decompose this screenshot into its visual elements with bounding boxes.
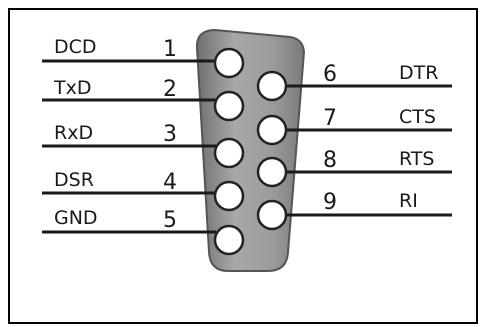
pin-2 xyxy=(213,90,245,122)
pin-1 xyxy=(213,47,245,79)
pin-number-left: 1 xyxy=(163,37,177,62)
signal-label-right: CTS xyxy=(399,106,436,128)
signal-label-left: GND xyxy=(54,207,98,229)
pin-number-left: 3 xyxy=(163,122,177,147)
pin-9 xyxy=(256,199,288,231)
pin-5 xyxy=(213,224,245,256)
signal-label-left: DCD xyxy=(54,36,97,58)
signal-label-left: TxD xyxy=(53,77,91,99)
pin-number-left: 4 xyxy=(163,170,177,195)
pin-number-right: 7 xyxy=(323,106,337,131)
pin-7 xyxy=(256,114,288,146)
pin-number-right: 6 xyxy=(323,62,337,87)
signal-label-left: RxD xyxy=(54,122,93,144)
pin-number-right: 9 xyxy=(323,190,337,215)
signal-label-right: DTR xyxy=(399,62,438,84)
pin-8 xyxy=(256,156,288,188)
signal-label-right: RI xyxy=(399,190,418,212)
connector-shell xyxy=(195,28,306,272)
signal-label-right: RTS xyxy=(399,148,435,170)
signal-label-left: DSR xyxy=(54,169,94,191)
pin-6 xyxy=(256,70,288,102)
db9-pinout-diagram: DCD TxD RxD DSR GND 1 2 3 4 5 6 7 8 9 DT… xyxy=(42,28,452,272)
pin-3 xyxy=(213,137,245,169)
pin-4 xyxy=(213,180,245,212)
pin-number-right: 8 xyxy=(323,148,337,173)
pin-number-left: 2 xyxy=(163,77,177,102)
pin-number-left: 5 xyxy=(163,208,177,233)
